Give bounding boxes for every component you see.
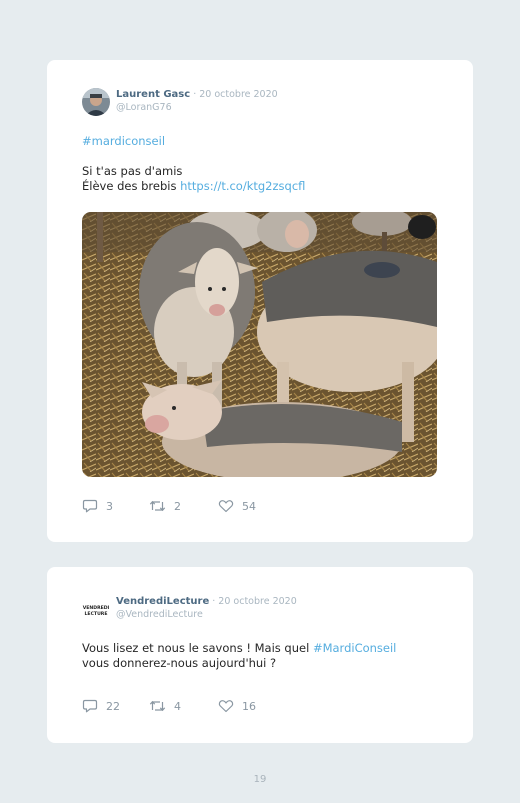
tweet-hashtag: #mardiconseil	[82, 134, 165, 149]
like-icon	[218, 500, 234, 513]
author-handle[interactable]: @LoranG76	[116, 102, 172, 113]
reply-icon	[82, 699, 98, 713]
tweet-date[interactable]: · 20 octobre 2020	[209, 596, 297, 607]
tweet-card: VENDREDI LECTURE VendrediLecture · 20 oc…	[47, 567, 473, 743]
tweet-card: Laurent Gasc · 20 octobre 2020 @LoranG76…	[47, 60, 473, 542]
retweet-icon	[149, 700, 166, 712]
tweet-text-line: Élève des brebis https://t.co/ktg2zsqcfl	[82, 179, 305, 194]
like-count: 54	[242, 499, 256, 513]
like-count: 16	[242, 699, 256, 713]
author-name[interactable]: VendrediLecture	[116, 596, 209, 607]
tweet-text-line: Vous lisez et nous le savons ! Mais quel…	[82, 641, 396, 656]
retweet-action[interactable]: 2	[149, 499, 181, 513]
like-action[interactable]: 54	[218, 499, 256, 513]
like-icon	[218, 700, 234, 713]
vendredilecture-logo: VENDREDI LECTURE	[82, 596, 110, 624]
avatar[interactable]	[82, 88, 110, 116]
retweet-icon	[149, 500, 166, 512]
svg-text:LECTURE: LECTURE	[85, 611, 108, 617]
reply-action[interactable]: 22	[82, 699, 120, 713]
svg-text:VENDREDI: VENDREDI	[83, 605, 110, 611]
reply-action[interactable]: 3	[82, 499, 113, 513]
reply-count: 22	[106, 699, 120, 713]
tweet-text: Élève des brebis	[82, 179, 181, 193]
tweet-text-line: vous donnerez-nous aujourd'hui ?	[82, 656, 277, 670]
hashtag-link[interactable]: #mardiconseil	[82, 134, 165, 148]
author-name[interactable]: Laurent Gasc	[116, 89, 190, 100]
tweet-date[interactable]: · 20 octobre 2020	[190, 89, 278, 100]
reply-count: 3	[106, 499, 113, 513]
avatar[interactable]: VENDREDI LECTURE	[82, 596, 110, 624]
author-line: Laurent Gasc · 20 octobre 2020	[116, 89, 278, 100]
retweet-count: 4	[174, 699, 181, 713]
page-number: 19	[253, 774, 267, 785]
tweet-text-line: Si t'as pas d'amis	[82, 164, 183, 178]
retweet-action[interactable]: 4	[149, 699, 181, 713]
retweet-count: 2	[174, 499, 181, 513]
hashtag-link[interactable]: #MardiConseil	[313, 641, 396, 655]
author-handle[interactable]: @VendrediLecture	[116, 609, 203, 620]
tweet-photo[interactable]	[82, 212, 437, 477]
author-line: VendrediLecture · 20 octobre 2020	[116, 596, 297, 607]
tweet-text: Vous lisez et nous le savons ! Mais quel	[82, 641, 313, 655]
sheep-photo	[82, 212, 437, 477]
tweet-link[interactable]: https://t.co/ktg2zsqcfl	[180, 179, 305, 193]
reply-icon	[82, 499, 98, 513]
like-action[interactable]: 16	[218, 699, 256, 713]
